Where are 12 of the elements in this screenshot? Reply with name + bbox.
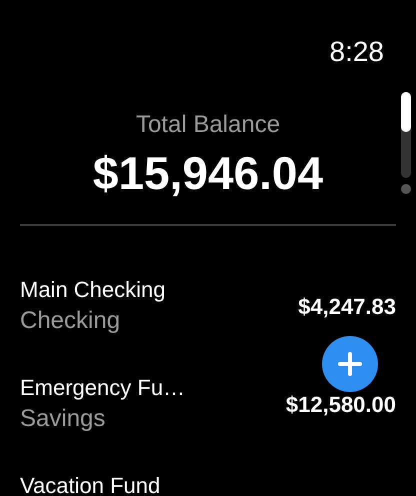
- account-name: Emergency Fu…: [20, 374, 186, 402]
- clock-time: 8:28: [330, 36, 384, 69]
- account-type: Savings: [20, 404, 106, 434]
- account-name: Vacation Fund: [20, 472, 160, 496]
- total-balance-amount: $15,946.04: [92, 146, 324, 200]
- total-balance-label: Total Balance: [136, 110, 280, 140]
- account-balance: $12,580.00: [286, 391, 396, 419]
- account-name: Main Checking: [20, 276, 166, 304]
- scroll-indicator-icon: [401, 92, 411, 194]
- plus-icon: [338, 352, 362, 376]
- account-type: Checking: [20, 306, 122, 336]
- account-balance: $4,247.83: [298, 293, 396, 321]
